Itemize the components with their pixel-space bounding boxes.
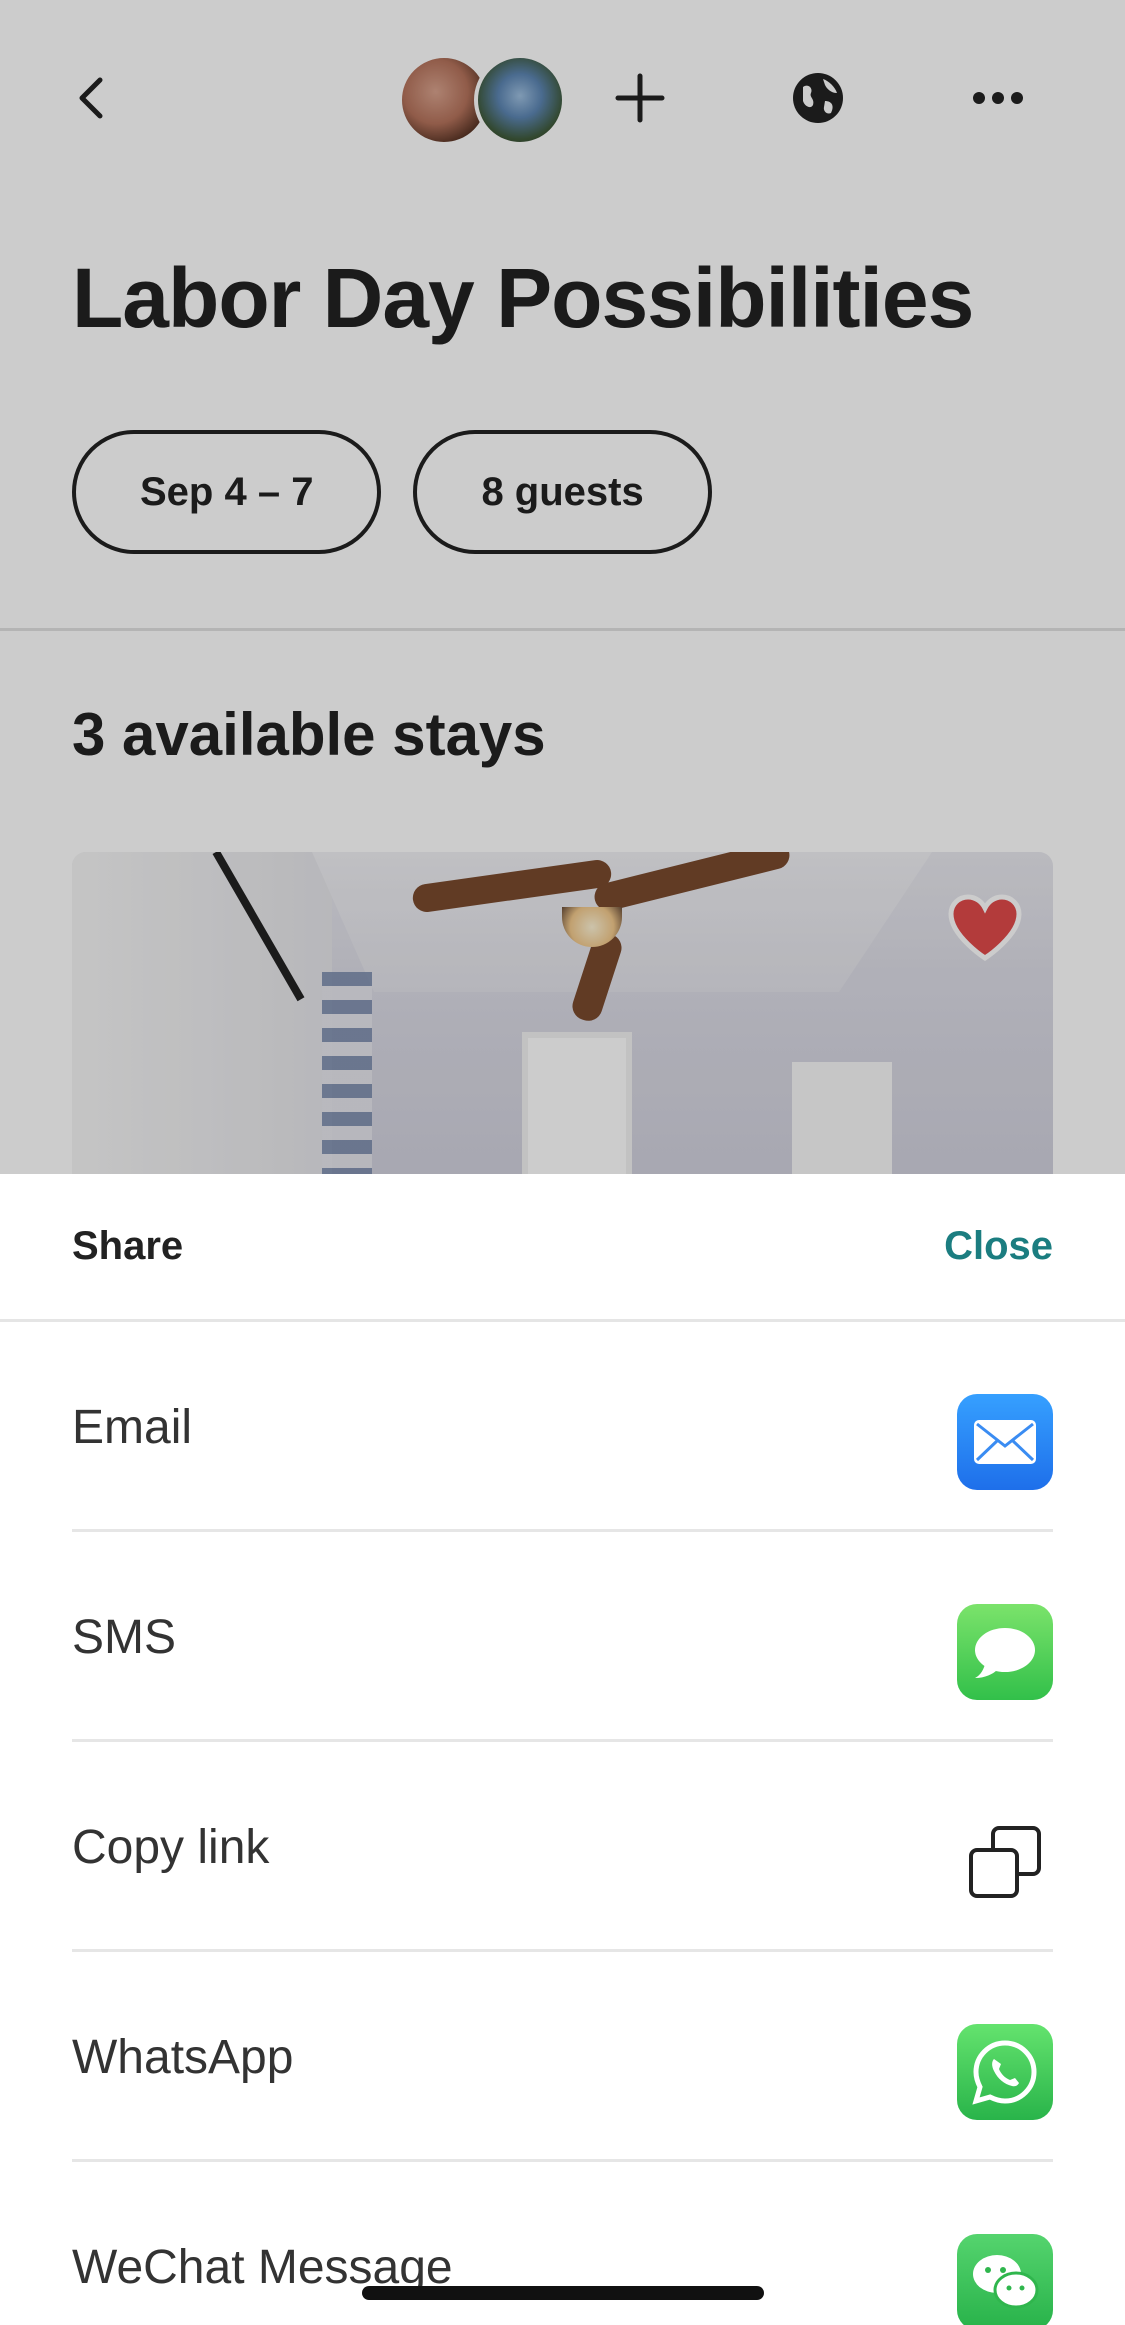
room-ceiling <box>312 852 932 992</box>
share-option-whatsapp[interactable]: WhatsApp <box>72 1952 1053 2162</box>
dates-filter-button[interactable]: Sep 4 – 7 <box>72 430 382 554</box>
chevron-left-icon <box>79 77 103 119</box>
room-window <box>522 1032 632 1182</box>
curtain <box>322 972 372 1182</box>
listing-card-image[interactable] <box>72 852 1053 1182</box>
plus-icon <box>615 73 665 123</box>
more-horizontal-icon <box>973 92 1023 104</box>
heart-icon <box>948 894 1022 961</box>
favorite-button[interactable] <box>945 888 1025 968</box>
more-options-button[interactable] <box>968 68 1028 128</box>
mail-icon <box>957 1394 1053 1490</box>
stays-heading: 3 available stays <box>72 701 546 768</box>
share-option-label: Email <box>72 1401 193 1454</box>
guests-filter-button[interactable]: 8 guests <box>413 430 712 554</box>
wishlist-page: Labor Day Possibilities Sep 4 – 7 8 gues… <box>0 0 1125 1182</box>
share-option-sms[interactable]: SMS <box>72 1532 1053 1742</box>
share-sheet-header: Share Close <box>0 1174 1125 1322</box>
avatar <box>474 54 566 146</box>
share-option-copy-link[interactable]: Copy link <box>72 1742 1053 1952</box>
filter-pills: Sep 4 – 7 8 guests <box>72 430 712 554</box>
back-button[interactable] <box>62 68 122 128</box>
share-option-label: WhatsApp <box>72 2031 294 2084</box>
share-option-email[interactable]: Email <box>72 1322 1053 1532</box>
page-title: Labor Day Possibilities <box>72 251 974 345</box>
divider <box>0 628 1125 631</box>
close-button[interactable]: Close <box>944 1224 1053 1269</box>
globe-icon <box>793 73 843 123</box>
whatsapp-icon <box>957 2024 1053 2120</box>
privacy-button[interactable] <box>788 68 848 128</box>
share-sheet: Share Close Email SMS Copy link WhatsApp… <box>0 1174 1125 2325</box>
home-indicator[interactable] <box>362 2286 764 2300</box>
add-collaborator-button[interactable] <box>610 68 670 128</box>
share-option-wechat[interactable]: WeChat Message <box>72 2162 1053 2325</box>
share-option-label: SMS <box>72 1611 177 1664</box>
room-door <box>792 1062 892 1182</box>
message-bubble-icon <box>957 1604 1053 1700</box>
top-bar <box>0 40 1125 160</box>
wechat-icon <box>957 2234 1053 2325</box>
copy-icon <box>957 1814 1053 1910</box>
share-sheet-title: Share <box>72 1224 184 1268</box>
room-wall <box>72 852 332 1182</box>
share-option-label: Copy link <box>72 1821 270 1874</box>
collaborator-avatars[interactable] <box>398 54 573 146</box>
